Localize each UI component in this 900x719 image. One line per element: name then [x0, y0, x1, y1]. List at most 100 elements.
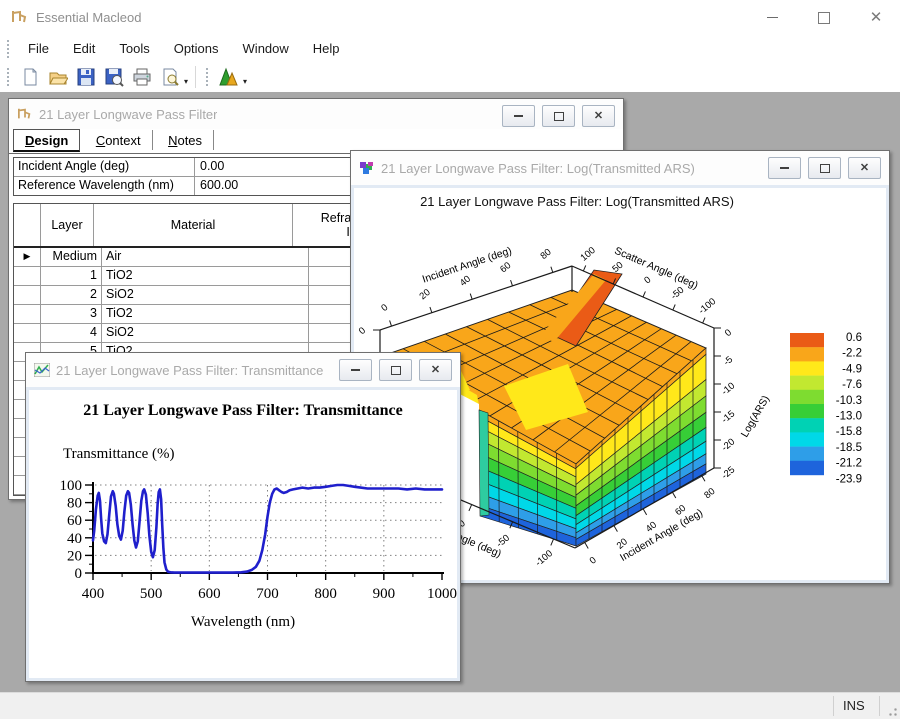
- minimize-button[interactable]: [752, 1, 792, 34]
- tick-label: 0: [379, 302, 390, 314]
- menu-tools[interactable]: Tools: [107, 37, 161, 60]
- cell-layer[interactable]: Medium: [41, 248, 102, 267]
- tick-label: 100: [579, 245, 598, 264]
- row-selector[interactable]: [14, 324, 41, 343]
- minimize-icon: [514, 115, 523, 117]
- y-tick-label: 40: [67, 531, 82, 547]
- y-axis-label: Transmittance (%): [63, 446, 175, 463]
- close-icon: ✕: [431, 365, 440, 376]
- ars-minimize-button[interactable]: [768, 157, 801, 179]
- axis-line: [585, 542, 589, 548]
- menu-options[interactable]: Options: [162, 37, 231, 60]
- property-label: Reference Wavelength (nm): [14, 177, 195, 195]
- ars-restore-button[interactable]: [808, 157, 841, 179]
- transmittance-window-title: 21 Layer Longwave Pass Filter: Transmitt…: [56, 363, 323, 378]
- print-icon[interactable]: [129, 65, 155, 89]
- tick-label: -20: [720, 436, 738, 453]
- design-close-button[interactable]: ✕: [582, 105, 615, 127]
- legend-value: -21.2: [836, 458, 862, 470]
- trans-minimize-button[interactable]: [339, 359, 372, 381]
- plot-tools-icon[interactable]: [216, 65, 242, 89]
- ars-titlebar[interactable]: 21 Layer Longwave Pass Filter: Log(Trans…: [351, 151, 889, 185]
- cell-layer[interactable]: 4: [41, 324, 102, 343]
- tick-label: 20: [418, 287, 433, 302]
- menubar-grip[interactable]: [6, 39, 10, 59]
- tab-notes[interactable]: Notes: [157, 130, 214, 150]
- legend-value: -23.9: [836, 473, 862, 485]
- transmittance-window[interactable]: 21 Layer Longwave Pass Filter: Transmitt…: [25, 352, 461, 682]
- toolbar-grip-2[interactable]: [205, 67, 209, 87]
- cell-material[interactable]: TiO2: [102, 305, 309, 324]
- cell-material[interactable]: SiO2: [102, 324, 309, 343]
- legend-band: [790, 432, 824, 446]
- trans-restore-button[interactable]: [379, 359, 412, 381]
- x-tick-label: 500: [140, 586, 163, 602]
- tick-label: 60: [498, 260, 513, 275]
- design-titlebar[interactable]: 21 Layer Longwave Pass Filter ✕: [9, 99, 623, 129]
- save-table-icon[interactable]: [101, 65, 127, 89]
- design-window-icon: [17, 107, 33, 121]
- selector-header: [14, 204, 41, 246]
- row-selector[interactable]: ▶: [14, 248, 41, 267]
- cell-material[interactable]: SiO2: [102, 286, 309, 305]
- minimize-icon: [780, 167, 789, 169]
- status-bar: INS: [0, 692, 900, 719]
- tab-design[interactable]: Design: [13, 129, 80, 152]
- maximize-button[interactable]: [804, 1, 844, 34]
- tab-context[interactable]: Context: [85, 130, 153, 150]
- status-separator: [879, 696, 880, 716]
- column-header-layer: Layer: [41, 204, 94, 246]
- trans-close-button[interactable]: ✕: [419, 359, 452, 381]
- close-icon: ✕: [870, 10, 883, 25]
- row-selector[interactable]: [14, 286, 41, 305]
- close-button[interactable]: ✕: [856, 1, 896, 34]
- menu-bar: File Edit Tools Options Window Help: [0, 35, 900, 62]
- cell-material[interactable]: Air: [102, 248, 309, 267]
- plot-tools-caret[interactable]: ▾: [243, 77, 247, 86]
- cell-layer[interactable]: 3: [41, 305, 102, 324]
- resize-grip[interactable]: [885, 704, 898, 717]
- cell-layer[interactable]: 1: [41, 267, 102, 286]
- y-tick-label: 20: [67, 548, 82, 564]
- legend-value: -15.8: [836, 426, 862, 438]
- row-selector[interactable]: [14, 267, 41, 286]
- minimize-icon: [767, 17, 778, 18]
- main-titlebar[interactable]: Essential Macleod ✕: [0, 0, 900, 35]
- ars-window-icon: [359, 161, 375, 175]
- axis-line: [673, 305, 675, 311]
- x-tick-label: 900: [373, 586, 396, 602]
- tick-label: -25: [720, 464, 738, 481]
- tick-label: 80: [702, 486, 717, 501]
- row-selector[interactable]: [14, 305, 41, 324]
- legend-band: [790, 333, 824, 347]
- axis-line: [551, 539, 554, 545]
- design-restore-button[interactable]: [542, 105, 575, 127]
- legend-band: [790, 390, 824, 404]
- axis-line: [614, 526, 618, 532]
- print-dropdown-caret[interactable]: ▾: [184, 77, 188, 86]
- menu-window[interactable]: Window: [231, 37, 301, 60]
- design-minimize-button[interactable]: [502, 105, 535, 127]
- menu-help[interactable]: Help: [301, 37, 352, 60]
- cell-material[interactable]: TiO2: [102, 267, 309, 286]
- menu-edit[interactable]: Edit: [61, 37, 107, 60]
- save-icon[interactable]: [73, 65, 99, 89]
- ars-close-button[interactable]: ✕: [848, 157, 881, 179]
- open-icon[interactable]: [45, 65, 71, 89]
- transmittance-titlebar[interactable]: 21 Layer Longwave Pass Filter: Transmitt…: [26, 353, 460, 387]
- new-document-icon[interactable]: [17, 65, 43, 89]
- status-separator: [833, 696, 834, 716]
- toolbar-grip[interactable]: [6, 67, 10, 87]
- ins-indicator: INS: [843, 698, 865, 713]
- tick-label: 0: [642, 274, 653, 286]
- cell-layer[interactable]: 2: [41, 286, 102, 305]
- menu-file[interactable]: File: [16, 37, 61, 60]
- legend-band: [790, 376, 824, 390]
- print-preview-icon[interactable]: [157, 65, 183, 89]
- tick-label: -50: [669, 285, 687, 302]
- log-ars-axis-label: Log(ARS): [739, 394, 772, 440]
- tick-label: -15: [720, 408, 738, 425]
- close-icon: ✕: [594, 111, 603, 122]
- transmittance-curve: [93, 485, 442, 573]
- axis-line: [511, 280, 513, 286]
